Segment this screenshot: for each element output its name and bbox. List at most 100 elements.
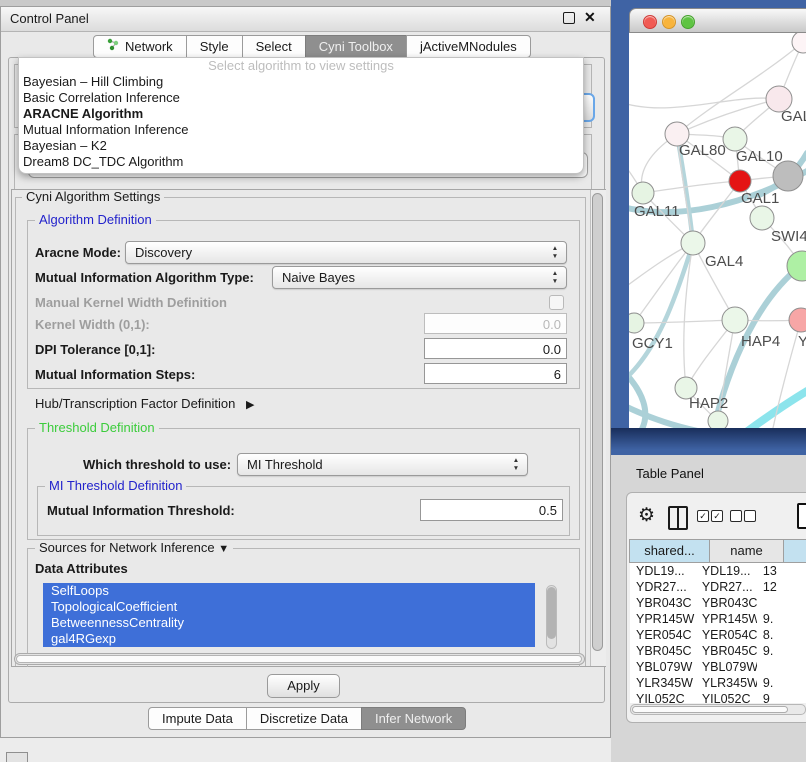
network-icon: [107, 36, 120, 57]
columns-icon[interactable]: [668, 506, 688, 530]
zoom-button[interactable]: [681, 15, 695, 29]
table-cell: 8.: [757, 627, 806, 643]
close-icon[interactable]: ✕: [584, 9, 596, 26]
mi-threshold-input[interactable]: 0.5: [420, 499, 563, 521]
stepper-icon: ▲▼: [510, 457, 522, 473]
chevron-right-icon: ▶: [246, 399, 254, 411]
tab-label: Style: [200, 36, 229, 57]
dpi-tolerance-label: DPI Tolerance [0,1]:: [35, 342, 155, 357]
sources-title: Sources for Network Inference: [39, 540, 215, 555]
algorithm-definition-title: Algorithm Definition: [35, 213, 156, 227]
select-all-icon[interactable]: ✓: [697, 510, 709, 522]
algorithm-option-aracne-algorithm[interactable]: ARACNE Algorithm: [19, 106, 583, 122]
gear-icon[interactable]: ⚙: [638, 504, 655, 527]
page-icon[interactable]: [797, 503, 806, 529]
top-tab-bar: Network Style Select Cyni Toolbox jActiveMNo…: [93, 35, 531, 58]
table-cell: YBR045C: [630, 643, 696, 659]
table-row[interactable]: YDR27...YDR27...12: [630, 579, 806, 595]
deselect-all-icon[interactable]: [730, 510, 742, 522]
table-row[interactable]: YDL19...YDL19...13: [630, 563, 806, 579]
collapsed-panel-icon[interactable]: [6, 752, 28, 762]
which-threshold-select[interactable]: MI Threshold ▲▼: [237, 453, 528, 476]
table-cell: YER054C: [696, 627, 757, 643]
dropdown-placeholder: Select algorithm to view settings: [19, 58, 583, 74]
table-row[interactable]: YBR043CYBR043C: [630, 595, 806, 611]
cyni-settings-title: Cyni Algorithm Settings: [22, 190, 164, 204]
network-node-swi4[interactable]: [750, 206, 774, 230]
control-panel-titlebar: [1, 7, 610, 32]
kernel-width-input[interactable]: 0.0: [424, 313, 567, 334]
table-row[interactable]: YIL052CYIL052C9: [630, 691, 806, 703]
network-node-gal4[interactable]: [681, 231, 705, 255]
node-label-gal1: GAL1: [741, 190, 779, 207]
tab-discretize-data[interactable]: Discretize Data: [246, 707, 362, 730]
data-attributes-list: SelfLoopsTopologicalCoefficientBetweenne…: [43, 583, 558, 651]
table-cell: 9.: [757, 611, 806, 627]
network-edge: [634, 243, 693, 323]
threshold-definition-title: Threshold Definition: [35, 421, 159, 435]
dpi-tolerance-input[interactable]: 0.0: [424, 338, 567, 359]
table-cell: YLR345W: [696, 675, 757, 691]
table-row[interactable]: YPR145WYPR145W9.: [630, 611, 806, 627]
algorithm-option-dream8-dc-tdc-algorithm[interactable]: Dream8 DC_TDC Algorithm: [19, 154, 583, 170]
manual-kernel-checkbox[interactable]: [549, 295, 564, 310]
tab-cyni-toolbox[interactable]: Cyni Toolbox: [305, 35, 407, 58]
column-header-a[interactable]: A: [783, 539, 806, 563]
node-label-gal10: GAL10: [736, 148, 783, 165]
mi-type-select[interactable]: Naive Bayes ▲▼: [272, 266, 567, 289]
tab-network[interactable]: Network: [93, 35, 187, 58]
sources-expander[interactable]: Sources for Network Inference ▼: [35, 541, 233, 555]
network-node-gcy1[interactable]: [629, 313, 644, 333]
vertical-scrollbar-thumb[interactable]: [592, 193, 603, 651]
minimize-button[interactable]: [662, 15, 676, 29]
network-node-pink-right[interactable]: [789, 308, 806, 332]
float-window-icon[interactable]: [563, 12, 575, 24]
table-panel-title: Table Panel: [636, 466, 704, 481]
tab-infer-network[interactable]: Infer Network: [361, 707, 466, 730]
network-edge: [643, 181, 740, 193]
algorithm-option-mutual-information-inference[interactable]: Mutual Information Inference: [19, 122, 583, 138]
horizontal-scrollbar-thumb[interactable]: [16, 655, 582, 663]
stepper-icon: ▲▼: [549, 245, 561, 261]
network-node-hap4[interactable]: [722, 307, 748, 333]
network-node-gal1[interactable]: [729, 170, 751, 192]
table-row[interactable]: YER054CYER054C8.: [630, 627, 806, 643]
tab-label: Select: [256, 36, 292, 57]
algorithm-option-bayesian-k2[interactable]: Bayesian – K2: [19, 138, 583, 154]
network-graph: GALGAL80GAL10GAL1GAL11SWI4GAL4GCY1HAP4YH…: [629, 33, 806, 428]
mi-threshold-group-title: MI Threshold Definition: [45, 479, 186, 493]
table-cell: YDR27...: [630, 579, 696, 595]
attribute-item-betweennesscentrality[interactable]: BetweennessCentrality: [43, 615, 535, 631]
panel-title: Control Panel: [10, 11, 89, 26]
mi-steps-input[interactable]: 6: [424, 363, 567, 384]
column-header-name[interactable]: name: [709, 539, 784, 563]
table-row[interactable]: YLR345WYLR345W9.: [630, 675, 806, 691]
network-canvas[interactable]: GALGAL80GAL10GAL1GAL11SWI4GAL4GCY1HAP4YH…: [629, 33, 806, 428]
tab-label: Cyni Toolbox: [319, 36, 393, 57]
column-header-shared[interactable]: shared...: [629, 539, 710, 563]
list-scrollbar-thumb[interactable]: [547, 587, 556, 639]
deselect-all-icon[interactable]: [744, 510, 756, 522]
algorithm-option-bayesian-hill-climbing[interactable]: Bayesian – Hill Climbing: [19, 74, 583, 90]
tab-style[interactable]: Style: [186, 35, 243, 58]
attribute-item-topologicalcoefficient[interactable]: TopologicalCoefficient: [43, 599, 535, 615]
algorithm-option-basic-correlation-inference[interactable]: Basic Correlation Inference: [19, 90, 583, 106]
tab-select[interactable]: Select: [242, 35, 306, 58]
aracne-mode-select[interactable]: Discovery ▲▼: [125, 241, 567, 264]
hub-definition-expander[interactable]: Hub/Transcription Factor Definition ▶: [35, 396, 254, 411]
apply-button[interactable]: Apply: [267, 674, 340, 698]
select-all-icon[interactable]: ✓: [711, 510, 723, 522]
close-button[interactable]: [643, 15, 657, 29]
network-node-bottom[interactable]: [708, 411, 728, 428]
table-row[interactable]: YBR045CYBR045C9.: [630, 643, 806, 659]
attribute-item-gal4rgexp[interactable]: gal4RGexp: [43, 631, 535, 647]
mi-type-value: Naive Bayes: [282, 270, 355, 285]
tab-jactivemnodules[interactable]: jActiveMNodules: [406, 35, 531, 58]
table-horizontal-scrollbar-thumb[interactable]: [632, 706, 788, 713]
network-node-gal11[interactable]: [632, 182, 654, 204]
attribute-item-selfloops[interactable]: SelfLoops: [43, 583, 535, 599]
node-label-swi4: SWI4: [771, 228, 806, 245]
network-node-gray[interactable]: [773, 161, 803, 191]
tab-impute-data[interactable]: Impute Data: [148, 707, 247, 730]
table-row[interactable]: YBL079WYBL079W: [630, 659, 806, 675]
